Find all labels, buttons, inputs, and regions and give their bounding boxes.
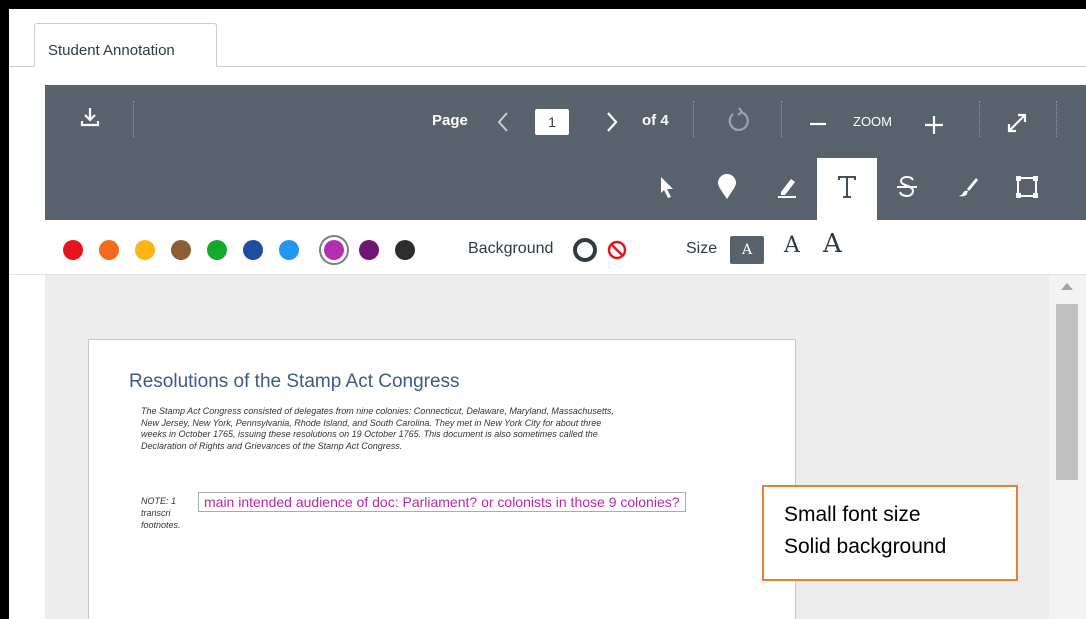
document-viewer: Resolutions of the Stamp Act Congress Th… [45, 275, 1086, 619]
page-label: Page [432, 112, 468, 129]
size-large-button[interactable]: A [823, 229, 842, 259]
area-icon [1015, 175, 1039, 204]
draw-icon [956, 176, 978, 203]
highlight-tool[interactable] [757, 158, 817, 220]
scrollbar-thumb[interactable] [1056, 304, 1078, 480]
tab-bar: Student Annotation [9, 9, 1086, 67]
document-title: Resolutions of the Stamp Act Congress [129, 371, 460, 392]
color-swatch-yellow[interactable] [135, 240, 155, 260]
zoom-in-icon[interactable] [924, 115, 944, 140]
highlight-icon [776, 176, 798, 203]
color-swatch-blue[interactable] [243, 240, 263, 260]
zoom-label: ZOOM [853, 114, 892, 129]
strikeout-tool[interactable] [877, 158, 937, 220]
separator [781, 101, 782, 137]
pin-icon [717, 173, 737, 205]
color-swatch-green[interactable] [207, 240, 227, 260]
zoom-out-icon[interactable] [809, 115, 827, 138]
tab-student-annotation[interactable]: Student Annotation [34, 23, 217, 67]
size-medium-button[interactable]: A [784, 233, 800, 258]
callout-line: Solid background [784, 535, 947, 558]
callout-box: Small font size Solid background [762, 485, 1018, 581]
separator [1056, 101, 1057, 137]
style-bar: Background Size A A A [9, 220, 1086, 275]
color-swatch-brown[interactable] [171, 240, 191, 260]
color-swatch-magenta-selected[interactable] [319, 235, 349, 265]
separator [693, 101, 694, 137]
pointer-tool[interactable] [637, 158, 697, 220]
color-swatch-orange[interactable] [99, 240, 119, 260]
toolbar-top-row: Page 1 of 4 ZOOM [45, 85, 1086, 158]
background-label: Background [468, 240, 554, 257]
pointer-icon [659, 176, 675, 203]
background-solid-icon[interactable] [572, 237, 598, 268]
color-swatch-red[interactable] [63, 240, 83, 260]
toolbar-tools-row [45, 158, 1086, 220]
note-line: transcri [141, 508, 171, 518]
color-swatch-purple[interactable] [359, 240, 379, 260]
fullscreen-icon[interactable] [1005, 111, 1029, 140]
scroll-up-arrow[interactable] [1061, 283, 1073, 290]
size-small-button[interactable]: A [730, 236, 764, 264]
rotate-icon[interactable] [725, 107, 751, 140]
page-total: of 4 [642, 112, 669, 129]
separator [979, 101, 980, 137]
size-label: Size [686, 240, 718, 257]
download-icon[interactable] [79, 105, 101, 134]
document-note: NOTE: 1 transcri footnotes. [141, 495, 181, 531]
document-paragraph: The Stamp Act Congress consisted of dele… [141, 406, 614, 451]
annotation-toolbar: Page 1 of 4 ZOOM [45, 85, 1086, 220]
strikeout-icon [896, 175, 918, 204]
chevron-left-icon[interactable] [496, 111, 510, 138]
callout-line: Small font size [784, 503, 921, 526]
chevron-right-icon[interactable] [605, 111, 619, 138]
area-tool[interactable] [997, 158, 1057, 220]
text-annotation[interactable]: main intended audience of doc: Parliamen… [198, 492, 686, 512]
note-line: footnotes. [141, 520, 181, 530]
text-icon [837, 175, 857, 204]
draw-tool[interactable] [937, 158, 997, 220]
note-line: NOTE: 1 [141, 496, 177, 506]
annotation-frame: Student Annotation Page 1 of 4 ZOOM Back… [9, 9, 1086, 619]
page-number-input[interactable]: 1 [535, 109, 569, 135]
pin-tool[interactable] [697, 158, 757, 220]
no-background-icon[interactable] [607, 240, 627, 265]
separator [133, 101, 134, 137]
text-tool[interactable] [817, 158, 877, 220]
color-swatch-black[interactable] [395, 240, 415, 260]
color-swatch-light-blue[interactable] [279, 240, 299, 260]
